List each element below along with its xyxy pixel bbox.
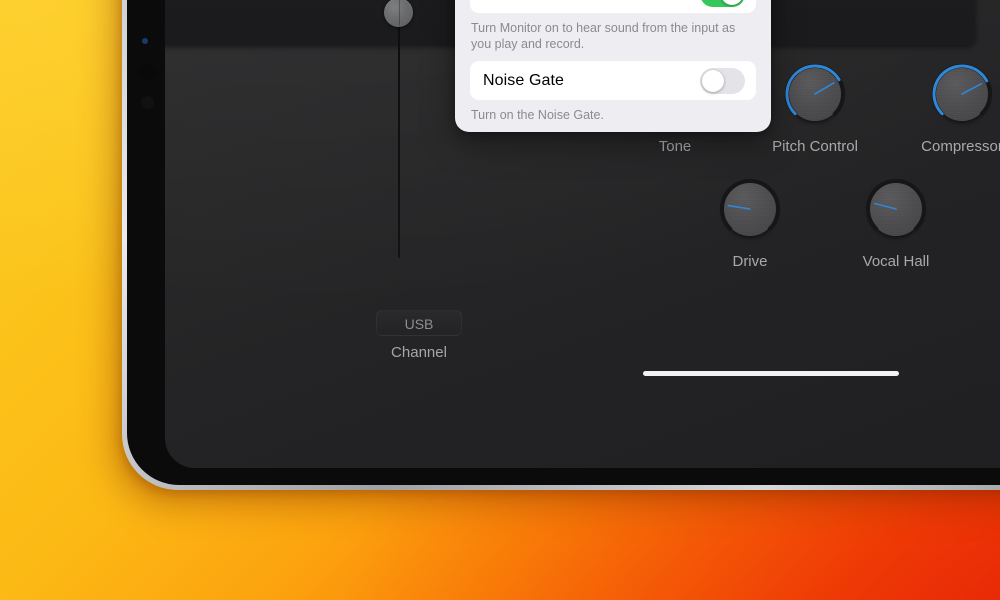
knob-label: Drive [732, 253, 768, 270]
usb-channel-button[interactable]: USB [376, 310, 462, 336]
app-screen: Lead Vocals USB Channel TonePitch Contro… [165, 0, 1000, 468]
knob-dial[interactable] [781, 60, 849, 128]
noise-gate-note: Turn on the Noise Gate. [471, 108, 604, 122]
knob-arc [932, 64, 992, 116]
knob-label: Compressor [921, 138, 1000, 155]
monitor-label: Monitor [483, 0, 537, 3]
knob-compressor[interactable]: Compressor [907, 60, 1000, 155]
recording-level-slider-thumb[interactable] [384, 0, 413, 27]
knob-label: Tone [658, 138, 692, 155]
channel-caption: Channel [391, 344, 447, 361]
status-indicator-icon [142, 38, 148, 44]
noise-gate-label: Noise Gate [483, 71, 565, 89]
screenshot-scene: Lead Vocals USB Channel TonePitch Contro… [0, 0, 1000, 600]
knob-pitch-control[interactable]: Pitch Control [760, 60, 870, 155]
monitor-row[interactable]: Monitor [470, 0, 756, 13]
knob-arc [720, 179, 780, 231]
knob-dial[interactable] [716, 175, 784, 243]
monitor-toggle-knob [721, 0, 743, 5]
noise-gate-toggle-knob [702, 69, 724, 92]
monitor-note: Turn Monitor on to hear sound from the i… [471, 21, 736, 51]
knob-arc [866, 179, 926, 231]
noise-gate-row[interactable]: Noise Gate [470, 61, 756, 100]
ambient-sensor-icon [141, 96, 154, 109]
knob-label: Vocal Hall [862, 253, 930, 270]
monitor-toggle[interactable] [700, 0, 745, 7]
recording-level-slider-track[interactable] [398, 0, 400, 258]
knob-label: Pitch Control [772, 138, 858, 155]
tablet-device: Lead Vocals USB Channel TonePitch Contro… [122, 0, 1000, 490]
microphone-icon [768, 0, 832, 2]
noise-gate-toggle[interactable] [700, 67, 745, 94]
tablet-bezel: Lead Vocals USB Channel TonePitch Contro… [127, 0, 1000, 485]
home-indicator[interactable] [643, 371, 899, 376]
recording-settings-popover: amount. Dragging the slider alters the l… [455, 0, 771, 132]
knob-dial[interactable] [928, 60, 996, 128]
knob-arc [785, 64, 845, 116]
knob-dial[interactable] [862, 175, 930, 243]
knob-vocal-hall[interactable]: Vocal Hall [841, 175, 951, 270]
microphone-port-icon [139, 64, 156, 81]
knob-drive[interactable]: Drive [695, 175, 805, 270]
channel-block: USB Channel [359, 310, 479, 361]
